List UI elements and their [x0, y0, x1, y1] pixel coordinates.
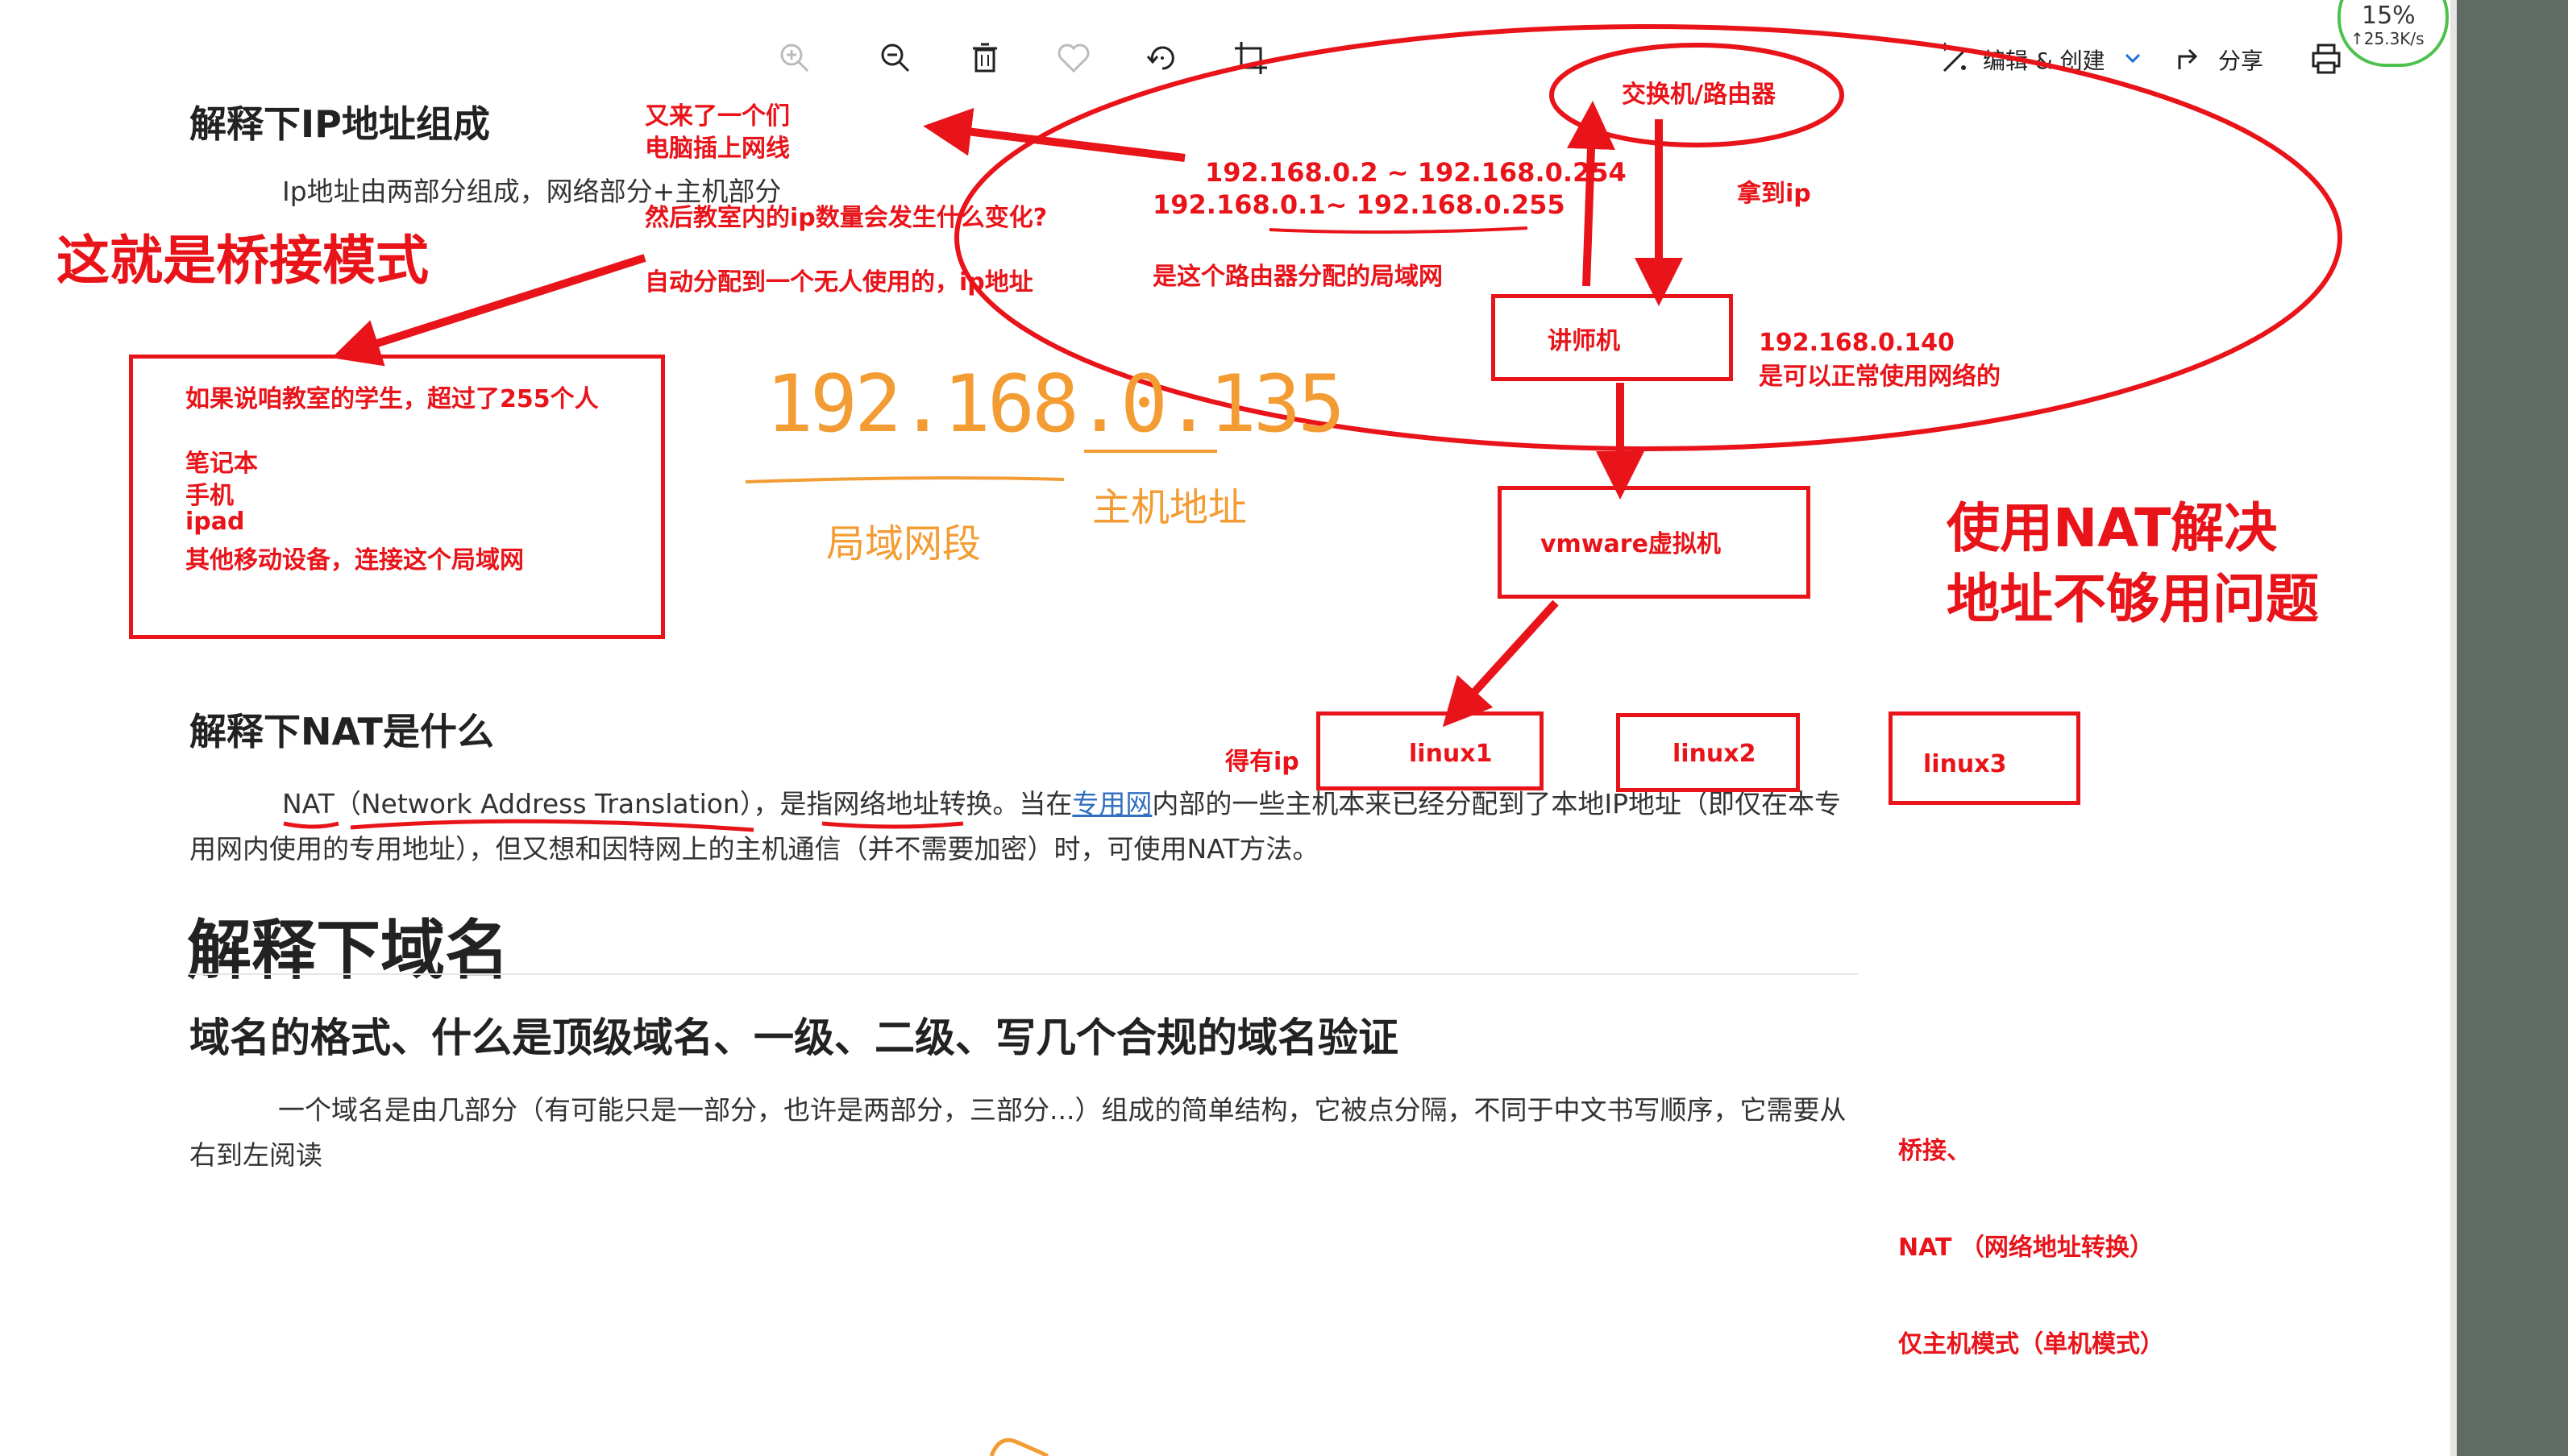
annotation-auto-assign: 自动分配到一个无人使用的，ip地址	[645, 268, 1033, 297]
needs-ip-label: 得有ip	[1225, 748, 1299, 776]
arrow-vmware-to-linux1	[1442, 599, 1559, 728]
box-other-devices: 其他移动设备，连接这个局域网	[185, 546, 524, 575]
underline-ip-range	[1269, 226, 1528, 234]
arrow-to-ip-heading	[923, 107, 1186, 162]
lan-segment-label: 局域网段	[826, 521, 982, 566]
teacher-machine-box: 讲师机	[1491, 294, 1733, 381]
vmware-box: vmware虚拟机	[1498, 486, 1810, 599]
host-address-label: 主机地址	[1092, 485, 1248, 530]
annotation-new-people-line2: 电脑插上网线	[645, 135, 790, 163]
arrow-up-to-switch	[1566, 101, 1615, 287]
linux3-box: linux3	[1889, 711, 2080, 805]
orange-doodle	[989, 1437, 1049, 1456]
underline-nat-3	[821, 821, 964, 829]
mode-nat: NAT （网络地址转换）	[1898, 1234, 2154, 1262]
linux2-box: linux2	[1616, 713, 1800, 792]
mode-bridge: 桥接、	[1898, 1137, 1971, 1165]
vmware-label: vmware虚拟机	[1540, 530, 1721, 558]
teacher-ok: 是可以正常使用网络的	[1759, 363, 2001, 391]
linux3-label: linux3	[1923, 750, 2007, 778]
annotation-new-people: 又来了一个们 电脑插上网线	[645, 101, 790, 165]
teacher-ip: 192.168.0.140	[1759, 329, 1955, 357]
linux1-label: linux1	[1409, 740, 1493, 768]
ip-range-1: 192.168.0.2 ~ 192.168.0.254	[1205, 157, 1627, 188]
student-count-box: 如果说咱教室的学生，超过了255个人 笔记本 手机 ipad 其他移动设备，连接…	[129, 355, 665, 639]
underline-nat-2	[350, 819, 754, 832]
handwritten-ip: 192.168.0.135	[766, 359, 1345, 450]
linux1-box: linux1	[1316, 711, 1544, 790]
annotation-what-changes: 然后教室内的ip数量会发生什么变化?	[645, 204, 1048, 232]
router-lan-label: 是这个路由器分配的局域网	[1153, 263, 1443, 291]
nat-solution-line1: 使用NAT解决	[1947, 497, 2278, 559]
box-students-line: 如果说咱教室的学生，超过了255个人	[185, 385, 599, 413]
get-ip-label: 拿到ip	[1737, 180, 1811, 208]
linux2-label: linux2	[1673, 740, 1756, 768]
box-phone: 手机	[185, 482, 234, 510]
lan-segment-underline	[745, 476, 1065, 483]
box-ipad: ipad	[185, 508, 245, 536]
teacher-machine-label: 讲师机	[1548, 327, 1620, 355]
nat-solution-line2: 地址不够用问题	[1947, 568, 2319, 630]
switch-router-label: 交换机/路由器	[1622, 81, 1776, 109]
nat-solution-note: 使用NAT解决 地址不够用问题	[1947, 493, 2319, 635]
annotation-bridge-mode: 这就是桥接模式	[56, 230, 429, 292]
teacher-ip-note: 192.168.0.140 是可以正常使用网络的	[1759, 326, 2001, 394]
mode-host-only: 仅主机模式（单机模式）	[1898, 1330, 2164, 1359]
box-notebook: 笔记本	[185, 450, 258, 478]
ip-range-2: 192.168.0.1~ 192.168.0.255	[1153, 189, 1565, 220]
underline-nat-1	[283, 821, 339, 829]
annotation-new-people-line1: 又来了一个们	[645, 102, 790, 131]
